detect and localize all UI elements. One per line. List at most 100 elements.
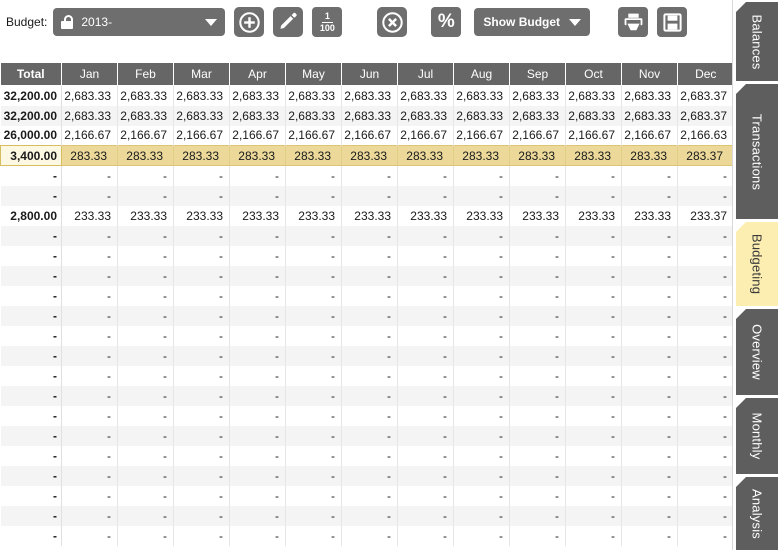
cell-jul[interactable]: -	[397, 285, 454, 306]
cell-total[interactable]: -	[0, 385, 62, 406]
cell-aug[interactable]: -	[453, 385, 510, 406]
show-budget-dropdown[interactable]: Show Budget	[474, 8, 591, 36]
table-row[interactable]: -------------	[0, 525, 732, 546]
cell-aug[interactable]: -	[453, 325, 510, 346]
budget-grid[interactable]: Total Jan Feb Mar Apr May Jun Jul Aug Sep Oct Nov De…	[0, 63, 733, 550]
cell-apr[interactable]: -	[229, 425, 286, 446]
cell-total[interactable]: -	[0, 345, 62, 366]
cell-sep[interactable]: -	[509, 385, 566, 406]
column-header-may[interactable]: May	[285, 63, 342, 86]
cell-nov[interactable]: -	[621, 445, 678, 466]
cell-total[interactable]: 26,000.00	[0, 125, 62, 146]
column-header-jan[interactable]: Jan	[61, 63, 118, 86]
cell-may[interactable]: 2,166.67	[285, 125, 342, 146]
cell-feb[interactable]: -	[117, 345, 174, 366]
cell-sep[interactable]: -	[509, 245, 566, 266]
table-row[interactable]: -------------	[0, 485, 732, 506]
cell-nov[interactable]: 283.33	[621, 145, 678, 166]
cell-oct[interactable]: -	[565, 405, 622, 426]
cell-may[interactable]: -	[285, 485, 342, 506]
cell-aug[interactable]: -	[453, 365, 510, 386]
cell-may[interactable]: -	[285, 185, 342, 206]
cell-jul[interactable]: 2,683.33	[397, 85, 454, 106]
cell-jan[interactable]: 2,683.33	[61, 105, 118, 126]
cell-mar[interactable]: -	[173, 385, 230, 406]
cell-dec[interactable]: -	[677, 165, 732, 186]
cell-may[interactable]: -	[285, 245, 342, 266]
cell-nov[interactable]: -	[621, 265, 678, 286]
cell-jul[interactable]: -	[397, 345, 454, 366]
cell-may[interactable]: 2,683.33	[285, 105, 342, 126]
column-header-oct[interactable]: Oct	[565, 63, 622, 86]
add-budget-button[interactable]	[234, 7, 265, 37]
cell-dec[interactable]: -	[677, 485, 732, 506]
percent-button[interactable]: %	[431, 7, 462, 37]
cell-jun[interactable]: -	[341, 325, 398, 346]
cell-oct[interactable]: -	[565, 285, 622, 306]
cell-feb[interactable]: -	[117, 185, 174, 206]
cell-oct[interactable]: -	[565, 445, 622, 466]
cell-jun[interactable]: -	[341, 165, 398, 186]
cell-total[interactable]: -	[0, 505, 62, 526]
cell-feb[interactable]: -	[117, 265, 174, 286]
cell-sep[interactable]: -	[509, 325, 566, 346]
cell-feb[interactable]: -	[117, 405, 174, 426]
cell-feb[interactable]: 2,166.67	[117, 125, 174, 146]
cell-nov[interactable]: -	[621, 505, 678, 526]
cell-nov[interactable]: -	[621, 485, 678, 506]
cell-jun[interactable]: -	[341, 485, 398, 506]
cell-nov[interactable]: 233.33	[621, 205, 678, 226]
cell-jun[interactable]: -	[341, 465, 398, 486]
cell-aug[interactable]: -	[453, 185, 510, 206]
cell-mar[interactable]: -	[173, 525, 230, 546]
table-row[interactable]: -------------	[0, 405, 732, 426]
cell-jul[interactable]: -	[397, 465, 454, 486]
cell-jan[interactable]: -	[61, 305, 118, 326]
cell-sep[interactable]: -	[509, 165, 566, 186]
cell-apr[interactable]: -	[229, 485, 286, 506]
cell-mar[interactable]: -	[173, 425, 230, 446]
cell-apr[interactable]: -	[229, 305, 286, 326]
cell-total[interactable]: -	[0, 365, 62, 386]
cell-jun[interactable]: -	[341, 385, 398, 406]
cell-feb[interactable]: -	[117, 505, 174, 526]
cell-mar[interactable]: 2,166.67	[173, 125, 230, 146]
cell-sep[interactable]: -	[509, 265, 566, 286]
cell-nov[interactable]: -	[621, 405, 678, 426]
cell-sep[interactable]: -	[509, 185, 566, 206]
cell-aug[interactable]: -	[453, 505, 510, 526]
cell-mar[interactable]: -	[173, 445, 230, 466]
cell-jun[interactable]: 283.33	[341, 145, 398, 166]
cell-aug[interactable]: -	[453, 305, 510, 326]
cell-jan[interactable]: -	[61, 465, 118, 486]
cell-jul[interactable]: -	[397, 165, 454, 186]
cell-may[interactable]: -	[285, 285, 342, 306]
cell-oct[interactable]: -	[565, 365, 622, 386]
cell-jul[interactable]: -	[397, 185, 454, 206]
tab-overview[interactable]: Overview	[736, 309, 778, 395]
cell-aug[interactable]: -	[453, 425, 510, 446]
cell-oct[interactable]: -	[565, 165, 622, 186]
cell-may[interactable]: -	[285, 365, 342, 386]
cell-nov[interactable]: -	[621, 345, 678, 366]
column-header-dec[interactable]: Dec	[677, 63, 732, 86]
tab-budgeting[interactable]: Budgeting	[736, 222, 778, 306]
cell-apr[interactable]: -	[229, 345, 286, 366]
cell-may[interactable]: 283.33	[285, 145, 342, 166]
cell-may[interactable]: -	[285, 305, 342, 326]
cell-aug[interactable]: -	[453, 345, 510, 366]
cell-jan[interactable]: -	[61, 245, 118, 266]
cell-oct[interactable]: -	[565, 485, 622, 506]
cell-feb[interactable]: -	[117, 225, 174, 246]
cell-dec[interactable]: 233.37	[677, 205, 732, 226]
cell-apr[interactable]: -	[229, 325, 286, 346]
cell-sep[interactable]: -	[509, 405, 566, 426]
cell-jan[interactable]: -	[61, 505, 118, 526]
save-button[interactable]	[657, 7, 688, 37]
table-row[interactable]: 26,000.00 2,166.67 2,166.67 2,166.67 2,166.6…	[0, 125, 732, 146]
cell-apr[interactable]: 2,683.33	[229, 85, 286, 106]
cell-apr[interactable]: 283.33	[229, 145, 286, 166]
cell-may[interactable]: -	[285, 405, 342, 426]
cell-jun[interactable]: 2,166.67	[341, 125, 398, 146]
cell-total[interactable]: -	[0, 245, 62, 266]
